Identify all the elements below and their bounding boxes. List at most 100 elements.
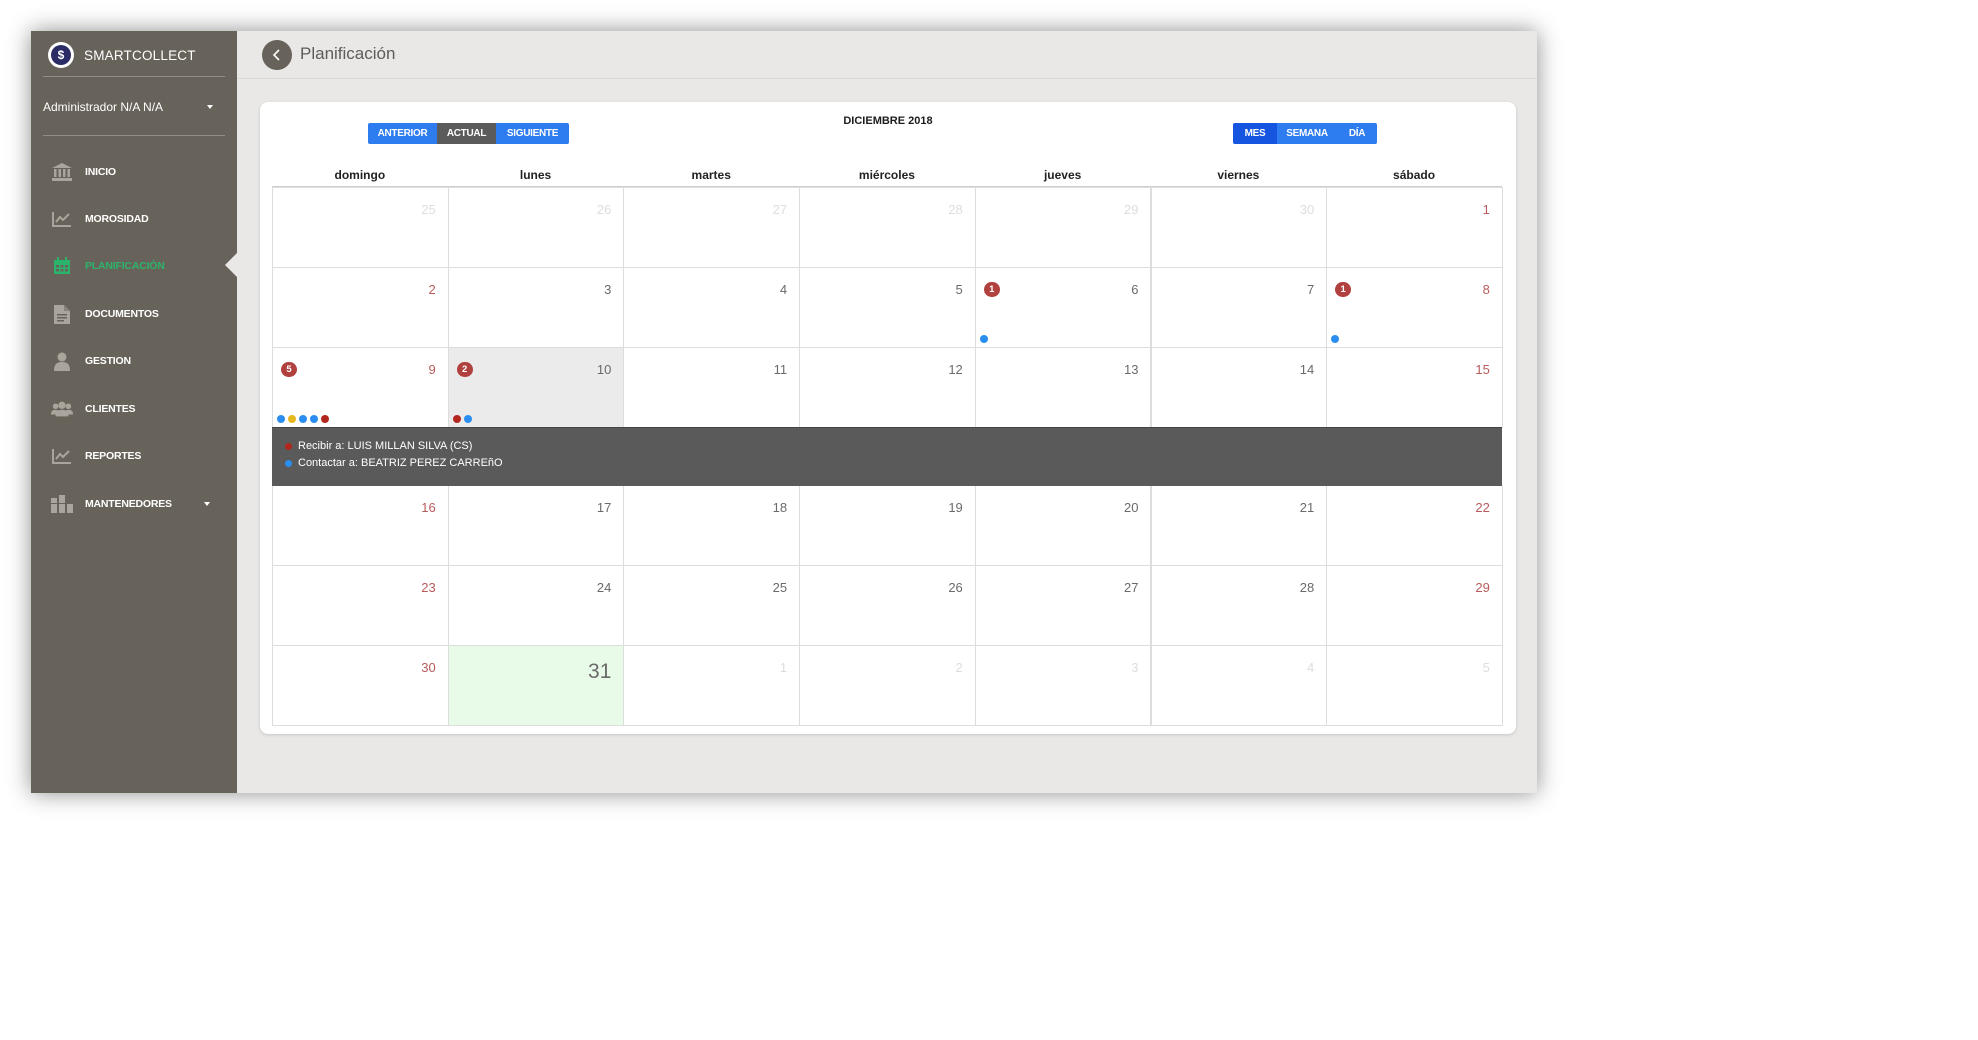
day-cell[interactable]: 21 [1150, 485, 1328, 566]
day-cell[interactable]: 1 [1326, 187, 1503, 268]
day-cell[interactable]: 22 [1326, 485, 1503, 566]
day-number: 12 [948, 362, 963, 377]
sidebar-item-label: MOROSIDAD [85, 213, 149, 225]
weekday-label: lunes [519, 168, 552, 182]
back-button[interactable] [262, 40, 292, 70]
calendar-card: ANTERIOR ACTUAL SIGUIENTE DICIEMBRE 2018… [260, 102, 1516, 734]
sidebar-item-inicio[interactable]: INICIO [51, 161, 231, 183]
day-cell[interactable]: 25 [623, 565, 801, 646]
day-number: 10 [596, 362, 612, 377]
day-number: 6 [1131, 282, 1139, 297]
chart-line-icon [51, 209, 73, 229]
day-cell[interactable]: 29 [974, 187, 1152, 268]
day-cell[interactable]: 12 [799, 347, 976, 428]
sidebar-item-documentos[interactable]: DOCUMENTOS [51, 303, 231, 325]
day-cell[interactable]: 24 [447, 565, 625, 646]
sidebar-item-planificacion[interactable]: PLANIFICACIÓN [51, 255, 231, 277]
event-item[interactable]: Contactar a: BEATRIZ PEREZ CARREñO [285, 457, 503, 469]
event-count-badge: 1 [1335, 282, 1352, 297]
week-view-button[interactable]: SEMANA [1277, 123, 1337, 144]
day-cell[interactable]: 5 [1326, 645, 1503, 726]
weekday-label: jueves [1043, 168, 1082, 182]
day-number: 17 [596, 500, 612, 515]
chevron-down-icon [207, 105, 213, 109]
event-count-badge: 1 [983, 282, 1000, 297]
day-cell[interactable]: 28 [799, 187, 976, 268]
day-cell[interactable]: 3 [447, 267, 625, 348]
day-cell[interactable]: 30 [1150, 187, 1328, 268]
event-dot [1331, 335, 1340, 343]
event-color-dot [285, 459, 292, 467]
day-cell[interactable]: 61 [974, 267, 1152, 348]
day-number: 31 [588, 660, 612, 683]
day-cell[interactable]: 31 [447, 645, 625, 726]
day-number: 3 [604, 282, 612, 297]
day-number: 22 [1475, 500, 1490, 515]
event-dot [321, 415, 329, 423]
day-cell[interactable]: 4 [1150, 645, 1328, 726]
day-number: 2 [955, 660, 963, 675]
sidebar-item-label: PLANIFICACIÓN [85, 260, 165, 272]
day-cell[interactable]: 4 [623, 267, 801, 348]
chevron-down-icon [204, 502, 210, 506]
event-dot [277, 415, 285, 423]
day-cell[interactable]: 15 [1326, 347, 1503, 428]
day-cell[interactable]: 1 [623, 645, 801, 726]
day-number: 1 [1482, 202, 1490, 217]
sidebar-item-label: CLIENTES [85, 403, 136, 415]
event-dots [277, 415, 332, 423]
weekday-label: domingo [334, 168, 386, 182]
day-cell[interactable]: 95 [272, 347, 449, 428]
day-cell[interactable]: 26 [447, 187, 625, 268]
day-cell[interactable]: 2 [799, 645, 976, 726]
day-cell[interactable]: 2 [272, 267, 449, 348]
day-cell[interactable]: 14 [1150, 347, 1328, 428]
bank-icon [51, 162, 73, 182]
day-cell[interactable]: 26 [799, 565, 976, 646]
day-number: 4 [1306, 660, 1315, 675]
day-cell[interactable]: 17 [447, 485, 625, 566]
day-cell[interactable]: 30 [272, 645, 449, 726]
sidebar-item-reportes[interactable]: REPORTES [51, 445, 231, 467]
day-cell[interactable]: 19 [799, 485, 976, 566]
day-cell[interactable]: 16 [272, 485, 449, 566]
day-cell[interactable]: 11 [623, 347, 801, 428]
day-view-button[interactable]: DÍA [1337, 123, 1377, 144]
month-view-button[interactable]: MES [1233, 123, 1277, 144]
day-cell[interactable]: 7 [1150, 267, 1328, 348]
day-events-panel: Recibir a: LUIS MILLAN SILVA (CS) Contac… [272, 427, 1502, 486]
event-color-dot [285, 442, 292, 450]
day-cell[interactable]: 25 [272, 187, 449, 268]
day-cell[interactable]: 13 [974, 347, 1152, 428]
day-cell[interactable]: 81 [1326, 267, 1503, 348]
day-cell[interactable]: 5 [799, 267, 976, 348]
day-cell[interactable]: 20 [974, 485, 1152, 566]
event-count-badge: 5 [281, 362, 297, 377]
sidebar-divider [43, 76, 225, 77]
day-cell[interactable]: 18 [623, 485, 801, 566]
day-cell[interactable]: 27 [974, 565, 1152, 646]
user-menu[interactable]: Administrador N/A N/A [43, 99, 225, 115]
event-item[interactable]: Recibir a: LUIS MILLAN SILVA (CS) [285, 440, 472, 452]
day-number: 7 [1306, 282, 1315, 297]
grid-top-border [272, 186, 1502, 187]
day-number: 25 [772, 580, 788, 595]
day-cell[interactable]: 27 [623, 187, 801, 268]
sidebar-item-mantenedores[interactable]: MANTENEDORES [51, 493, 231, 515]
brand[interactable]: $ SMARTCOLLECT [48, 41, 196, 69]
event-dot [288, 415, 296, 423]
sidebar-item-morosidad[interactable]: MOROSIDAD [51, 208, 231, 230]
day-cell[interactable]: 23 [272, 565, 449, 646]
sidebar-item-gestion[interactable]: GESTION [51, 350, 231, 372]
weekday-label: sábado [1393, 168, 1436, 182]
day-number: 29 [1475, 580, 1490, 595]
event-text: Contactar a: BEATRIZ PEREZ CARREñO [298, 457, 503, 469]
weekday-label: miércoles [858, 168, 915, 182]
day-cell[interactable]: 10 2 [447, 347, 625, 428]
sidebar-item-label: DOCUMENTOS [85, 308, 159, 320]
day-cell[interactable]: 28 [1150, 565, 1328, 646]
day-number: 4 [779, 282, 788, 297]
sidebar-item-clientes[interactable]: CLIENTES [51, 398, 231, 420]
day-cell[interactable]: 29 [1326, 565, 1503, 646]
day-cell[interactable]: 3 [974, 645, 1152, 726]
